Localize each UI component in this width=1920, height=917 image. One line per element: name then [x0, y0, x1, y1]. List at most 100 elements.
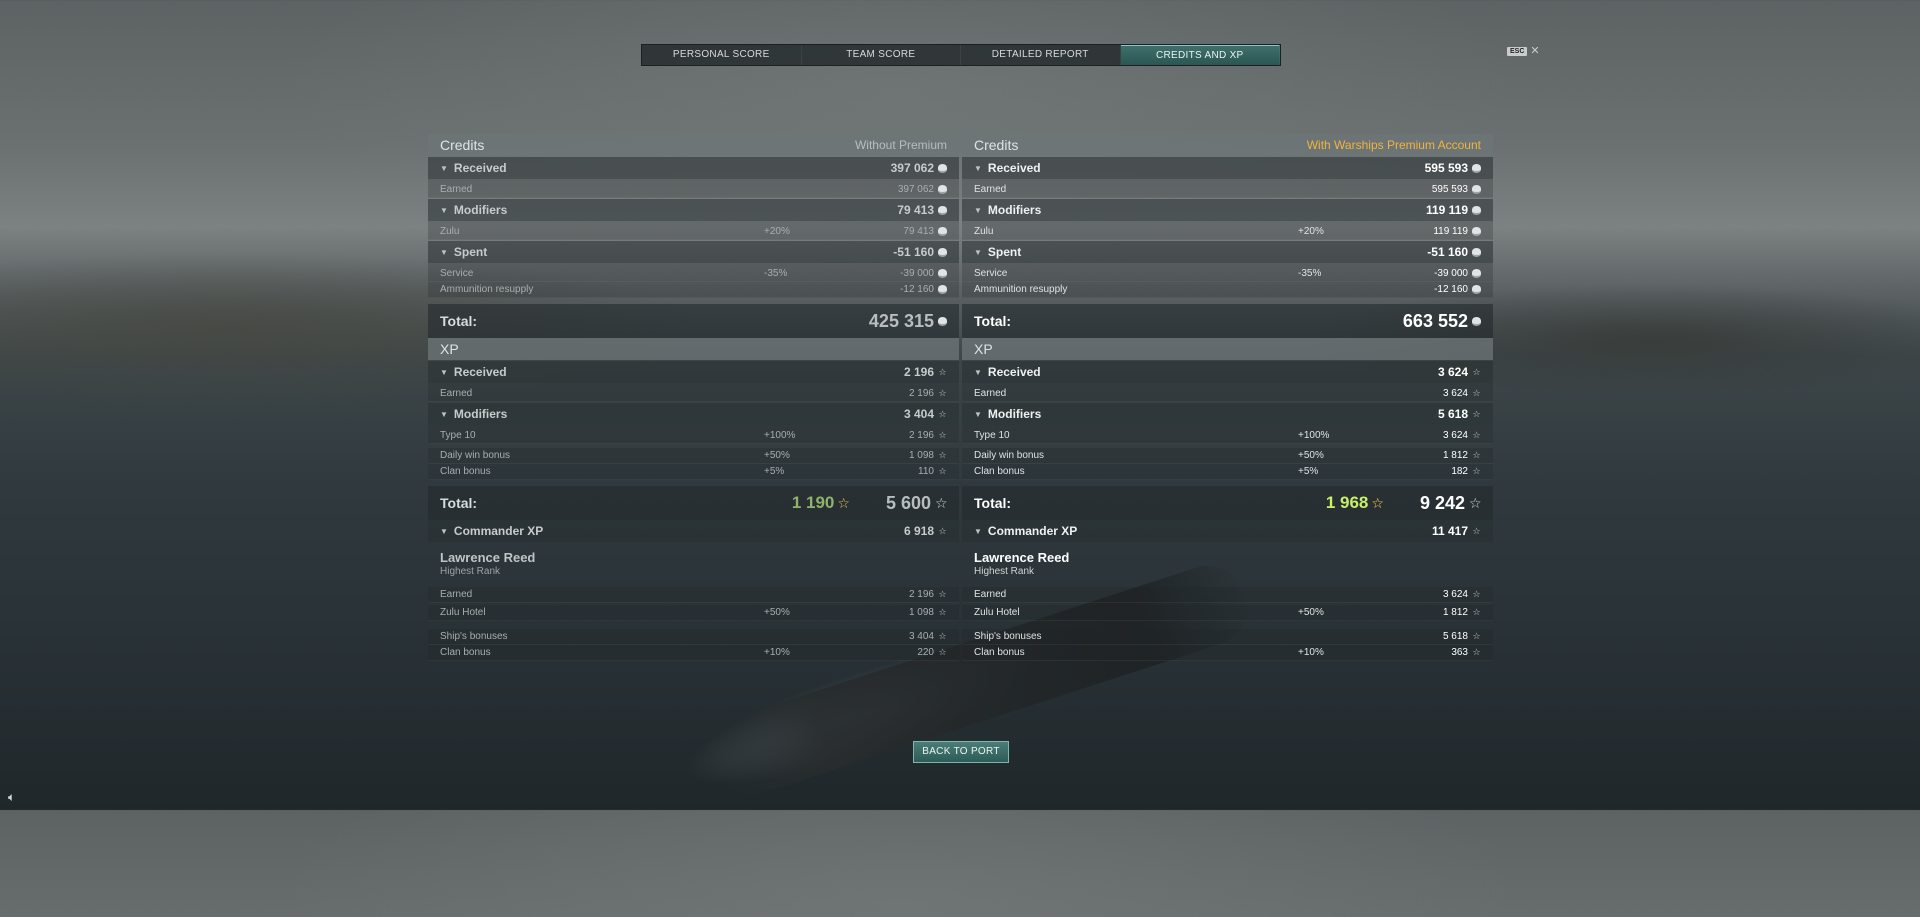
ammo-row: Ammunition resupply -12 160 [962, 282, 1493, 298]
commander-xp-section[interactable]: ▼ Commander XP 6 918 ☆ [428, 520, 959, 542]
row-label: Clan bonus [974, 466, 1025, 477]
speaker-icon[interactable]: 🔈︎ [8, 790, 15, 805]
section-label: Modifiers [987, 203, 1042, 217]
credits-received-section[interactable]: ▼ Received 397 062 [428, 157, 959, 179]
cmdr-earned-value: 2 196 [908, 589, 934, 600]
row-label: Clan bonus [440, 466, 491, 477]
service-row: Service -35% -39 000 [428, 263, 959, 282]
credit-icon [938, 247, 947, 257]
cmdr-clan-bonus-row: Clan bonus +10% 220 ☆ [428, 645, 959, 661]
zulu-hotel-row: Zulu Hotel +50% 1 098 ☆ [428, 605, 959, 621]
credits-earned-row: Earned 595 593 [962, 179, 1493, 198]
xp-received-value: 3 624 [1437, 365, 1468, 379]
esc-close-button[interactable]: ESC ✕ [1507, 46, 1540, 57]
free-xp-star-icon: ☆ [1371, 494, 1384, 511]
type10-row: Type 10 +100% 2 196 ☆ [428, 425, 959, 444]
xp-modifiers-section[interactable]: ▼ Modifiers 3 404 ☆ [428, 403, 959, 425]
row-label: Service [440, 268, 474, 279]
tab-detailed-report[interactable]: DETAILED REPORT [961, 45, 1121, 65]
row-label: Daily win bonus [440, 450, 511, 461]
cmdr-earned-value: 3 624 [1442, 589, 1468, 600]
commander-rank: Highest Rank [440, 566, 501, 577]
row-percent: +100% [764, 430, 796, 441]
free-xp-value: 1 968 [1325, 493, 1369, 512]
total-label: Total: [440, 313, 478, 329]
tab-personal-score[interactable]: PERSONAL SCORE [642, 45, 802, 65]
xp-total-row: Total: 1 190 ☆ 5 600 ☆ [428, 486, 959, 520]
xp-modifiers-section[interactable]: ▼ Modifiers 5 618 ☆ [962, 403, 1493, 425]
service-value: -39 000 [900, 268, 934, 279]
xp-received-section[interactable]: ▼ Received 3 624 ☆ [962, 361, 1493, 383]
star-icon: ☆ [938, 647, 947, 657]
commander-xp-section[interactable]: ▼ Commander XP 11 417 ☆ [962, 520, 1493, 542]
clan-bonus-value: 110 [918, 466, 934, 477]
back-to-port-button[interactable]: BACK TO PORT [913, 741, 1009, 763]
xp-header: XP [962, 338, 1493, 360]
ships-bonuses-value: 3 404 [908, 631, 934, 642]
row-label: Service [974, 268, 1008, 279]
type10-row: Type 10 +100% 3 624 ☆ [962, 425, 1493, 444]
row-percent: -35% [1298, 268, 1322, 279]
credits-spent-section[interactable]: ▼ Spent -51 160 [428, 241, 959, 263]
daily-win-value: 1 812 [1442, 450, 1468, 461]
cmdr-clan-bonus-row: Clan bonus +10% 363 ☆ [962, 645, 1493, 661]
credits-received-section[interactable]: ▼ Received 595 593 [962, 157, 1493, 179]
panel-without-premium: Credits Without Premium ▼ Received 397 0… [428, 134, 959, 661]
xp-modifiers-value: 3 404 [903, 407, 934, 421]
commander-info: Lawrence Reed Highest Rank [428, 542, 959, 581]
credits-received-value: 595 593 [1424, 161, 1468, 175]
tab-credits-and-xp[interactable]: CREDITS AND XP [1120, 45, 1280, 65]
collapse-triangle-icon: ▼ [440, 367, 448, 377]
credit-icon [938, 285, 947, 294]
row-percent: +5% [1298, 466, 1319, 477]
xp-received-section[interactable]: ▼ Received 2 196 ☆ [428, 361, 959, 383]
zulu-row: Zulu +20% 119 119 [962, 221, 1493, 240]
ships-bonuses-row: Ship's bonuses 3 404 ☆ [428, 629, 959, 645]
collapse-triangle-icon: ▼ [974, 409, 982, 419]
credit-icon [938, 227, 947, 236]
collapse-triangle-icon: ▼ [974, 163, 982, 173]
xp-title: XP [974, 341, 993, 357]
mode-label: Without Premium [854, 138, 947, 152]
star-icon: ☆ [1472, 408, 1481, 419]
free-xp-star-icon: ☆ [837, 494, 850, 511]
credits-title: Credits [974, 137, 1019, 153]
section-label: Spent [987, 245, 1022, 259]
row-label: Earned [440, 589, 473, 600]
xp-total-value: 9 242 [1419, 492, 1465, 513]
credits-modifiers-section[interactable]: ▼ Modifiers 119 119 [962, 199, 1493, 221]
credits-header: Credits Without Premium [428, 134, 959, 156]
tab-team-score[interactable]: TEAM SCORE [802, 45, 961, 65]
credit-icon [1472, 269, 1481, 278]
star-icon: ☆ [938, 525, 947, 536]
row-label: Zulu [974, 226, 994, 237]
row-label: Clan bonus [974, 647, 1025, 658]
credits-total-value: 663 552 [1402, 310, 1468, 331]
row-label: Zulu [440, 226, 460, 237]
row-label: Type 10 [440, 430, 476, 441]
section-label: Commander XP [987, 524, 1078, 538]
xp-earned-row: Earned 3 624 ☆ [962, 383, 1493, 402]
star-icon: ☆ [1472, 647, 1481, 657]
service-row: Service -35% -39 000 [962, 263, 1493, 282]
section-label: Modifiers [453, 407, 508, 421]
zulu-hotel-value: 1 812 [1442, 607, 1468, 618]
credits-modifiers-section[interactable]: ▼ Modifiers 79 413 [428, 199, 959, 221]
credits-spent-value: -51 160 [1427, 245, 1468, 259]
section-label: Commander XP [453, 524, 544, 538]
xp-total-value: 5 600 [885, 492, 931, 513]
ammo-value: -12 160 [1434, 284, 1468, 295]
collapse-triangle-icon: ▼ [974, 247, 982, 257]
credits-spent-section[interactable]: ▼ Spent -51 160 [962, 241, 1493, 263]
commander-xp-value: 11 417 [1431, 524, 1468, 538]
tab-bar: PERSONAL SCORE TEAM SCORE DETAILED REPOR… [641, 44, 1281, 66]
credit-icon [938, 205, 947, 215]
xp-earned-row: Earned 2 196 ☆ [428, 383, 959, 402]
row-label: Clan bonus [440, 647, 491, 658]
clan-bonus-row: Clan bonus +5% 110 ☆ [428, 464, 959, 480]
row-label: Ammunition resupply [974, 284, 1068, 295]
commander-rank: Highest Rank [974, 566, 1035, 577]
esc-key-badge: ESC [1507, 46, 1528, 56]
section-label: Modifiers [987, 407, 1042, 421]
zulu-value: 79 413 [903, 226, 934, 237]
